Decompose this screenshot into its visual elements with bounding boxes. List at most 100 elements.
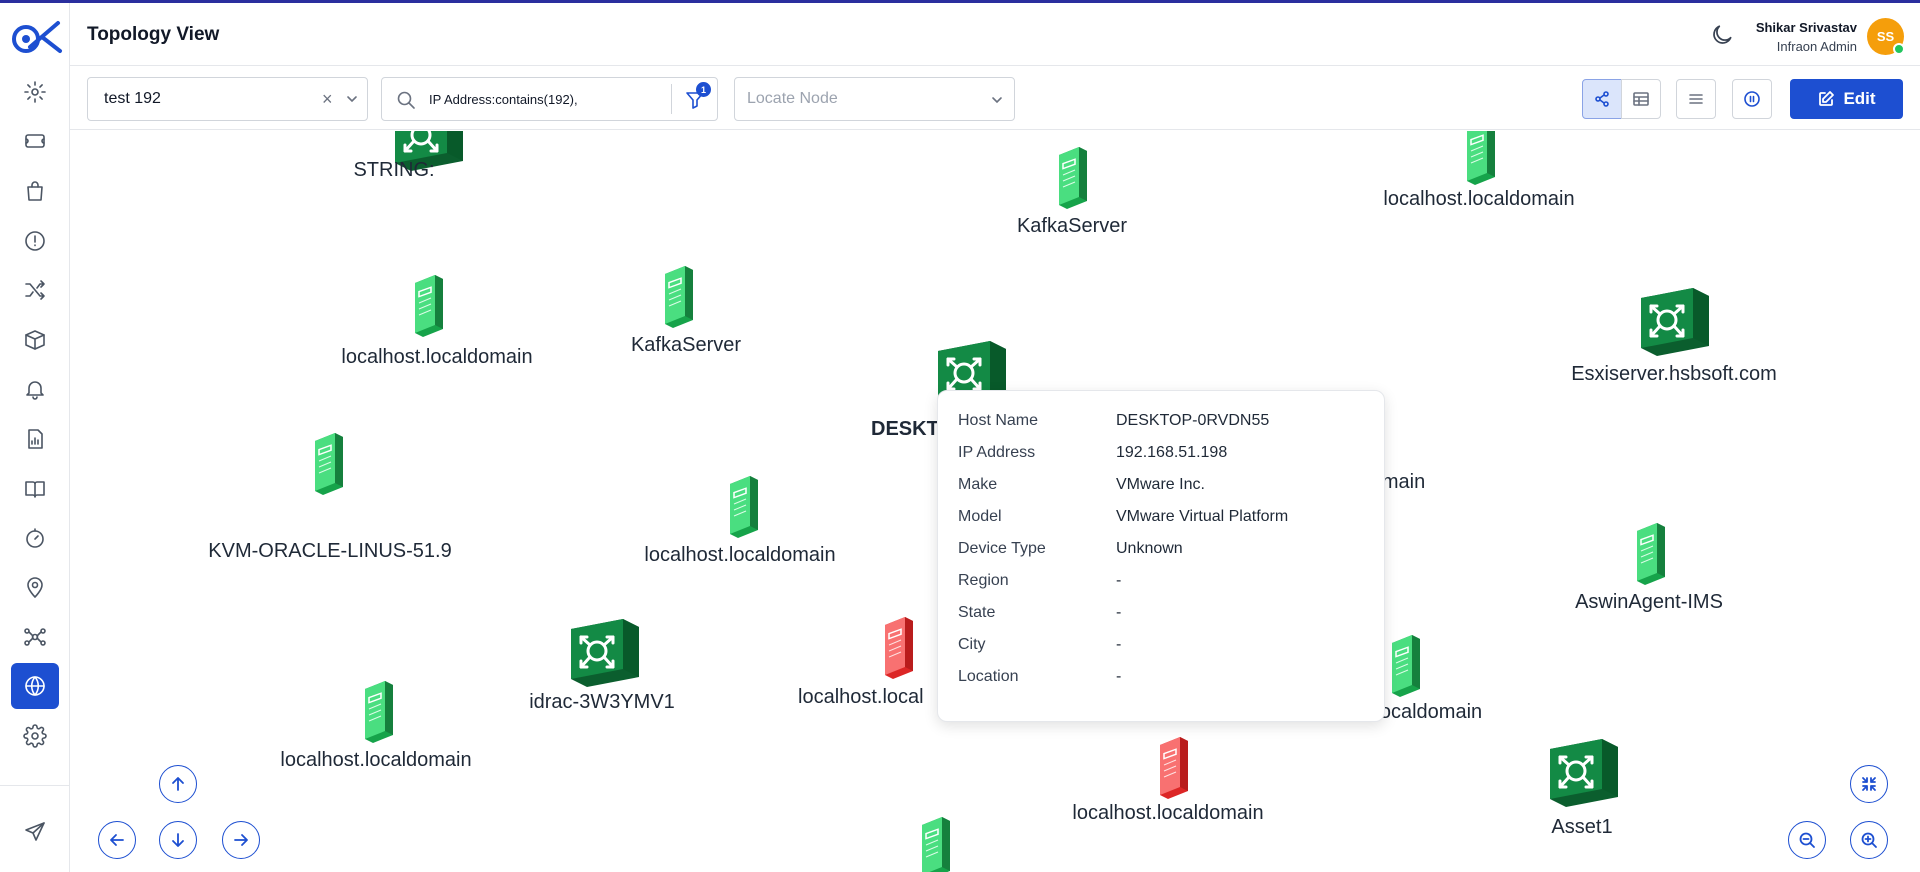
nav-send-feedback[interactable] [11, 809, 59, 855]
nav-assets[interactable] [11, 317, 59, 363]
arrow-down-icon [172, 833, 184, 847]
settings-cog-icon [24, 81, 46, 103]
zoom-in-button[interactable] [1850, 821, 1888, 859]
book-icon [25, 481, 45, 498]
server-node-icon[interactable] [307, 431, 351, 499]
server-node-icon[interactable] [1152, 735, 1196, 803]
view-select[interactable]: test 192 × [87, 77, 368, 121]
chevron-down-icon[interactable] [344, 91, 360, 107]
timer-icon [26, 528, 44, 548]
user-name[interactable]: Shikar Srivastav [1756, 20, 1857, 35]
bell-icon [26, 381, 44, 400]
topology-view-button[interactable] [1582, 79, 1622, 119]
search-input[interactable] [429, 78, 669, 120]
nav-changes[interactable] [11, 267, 59, 313]
server-node-icon[interactable] [1051, 145, 1095, 213]
table-icon [1633, 92, 1649, 106]
tooltip-key: Make [958, 476, 998, 493]
search-filter-box: 1 [381, 77, 718, 121]
app-logo-icon[interactable] [8, 17, 64, 57]
zoom-out-button[interactable] [1788, 821, 1826, 859]
node-label[interactable]: KafkaServer [631, 334, 741, 357]
zoom-in-icon [1861, 832, 1877, 848]
edit-button-label: Edit [1843, 89, 1876, 108]
node-label[interactable]: localhost.localdomain [280, 749, 471, 772]
nav-knowledge[interactable] [11, 466, 59, 512]
pause-icon [1744, 91, 1760, 107]
tooltip-key: Device Type [958, 540, 1046, 557]
arrow-up-icon [172, 777, 184, 791]
server-node-icon[interactable] [1384, 633, 1428, 701]
view-select-value: test 192 [104, 90, 161, 107]
chevron-down-icon[interactable] [989, 92, 1005, 108]
user-role: Infraon Admin [1776, 39, 1857, 54]
fit-to-screen-button[interactable] [1850, 765, 1888, 803]
pan-right-button[interactable] [222, 821, 260, 859]
topology-canvas[interactable]: STRING: KafkaServer localhost.localdomai… [71, 131, 1920, 872]
node-label[interactable]: idrac-3W3YMV1 [529, 691, 675, 714]
nav-tickets[interactable] [11, 118, 59, 164]
locate-node-select[interactable] [734, 77, 1015, 121]
nav-alerts[interactable] [11, 366, 59, 412]
node-label[interactable]: Esxiserver.hsbsoft.com [1571, 363, 1777, 386]
nav-incidents[interactable] [11, 218, 59, 264]
server-node-icon[interactable] [1629, 521, 1673, 589]
node-label[interactable]: Asset1 [1551, 816, 1612, 839]
node-label[interactable]: KVM-ORACLE-LINUS-51.9 [208, 540, 451, 563]
table-view-button[interactable] [1621, 79, 1661, 119]
nav-reports[interactable] [11, 416, 59, 462]
tooltip-key: IP Address [958, 444, 1036, 461]
list-view-button[interactable] [1676, 79, 1716, 119]
switch-node-icon[interactable] [1546, 735, 1622, 811]
server-node-icon[interactable] [407, 273, 451, 341]
page-title: Topology View [87, 24, 220, 45]
pan-down-button[interactable] [159, 821, 197, 859]
bag-icon [27, 181, 43, 201]
node-label[interactable]: localhost.localdomain [1383, 188, 1574, 211]
node-label[interactable]: localhost.localdomain [1072, 802, 1263, 825]
nav-locations[interactable] [11, 565, 59, 611]
tooltip-key: City [958, 636, 986, 653]
sidebar-divider [0, 785, 70, 786]
arrow-left-icon [110, 834, 124, 846]
nav-settings-cog[interactable] [11, 69, 59, 115]
pan-up-button[interactable] [159, 765, 197, 803]
server-node-icon[interactable] [914, 815, 958, 872]
dark-mode-moon-icon[interactable] [1709, 22, 1735, 48]
server-node-icon[interactable] [877, 615, 921, 683]
clear-selection-icon[interactable]: × [322, 89, 333, 110]
server-node-icon[interactable] [722, 474, 766, 542]
tooltip-value: 192.168.51.198 [1116, 444, 1228, 461]
server-node-icon[interactable] [357, 679, 401, 747]
node-label[interactable]: STRING: [353, 159, 434, 182]
pause-button[interactable] [1732, 79, 1772, 119]
node-label[interactable]: localhost.localdomain [341, 346, 532, 369]
node-label[interactable]: AswinAgent-IMS [1575, 591, 1723, 614]
tooltip-value: DESKTOP-0RVDN55 [1116, 412, 1270, 429]
edit-button[interactable]: Edit [1790, 79, 1903, 119]
switch-node-icon[interactable] [1637, 284, 1713, 360]
nav-network[interactable] [11, 614, 59, 660]
shuffle-icon [25, 280, 45, 300]
node-label[interactable]: DESKT [871, 418, 939, 441]
sidebar [0, 3, 70, 872]
pan-left-button[interactable] [98, 821, 136, 859]
nav-sla[interactable] [11, 515, 59, 561]
arrow-right-icon [234, 834, 248, 846]
server-node-icon[interactable] [1459, 131, 1503, 189]
switch-node-icon[interactable] [567, 615, 643, 691]
node-label[interactable]: KafkaServer [1017, 215, 1127, 238]
nav-catalog[interactable] [11, 168, 59, 214]
nav-admin-settings[interactable] [11, 713, 59, 759]
report-icon [28, 429, 43, 449]
nav-topology[interactable] [11, 663, 59, 709]
server-node-icon[interactable] [657, 264, 701, 332]
search-divider [671, 84, 672, 114]
locate-node-input[interactable] [747, 78, 977, 120]
node-label[interactable]: localhost.local [798, 686, 924, 709]
node-label[interactable]: ocaldomain [1380, 701, 1482, 724]
node-label[interactable]: localhost.localdomain [644, 544, 835, 567]
online-status-dot [1893, 43, 1905, 55]
tooltip-value: - [1116, 636, 1122, 653]
tooltip-key: Host Name [958, 412, 1039, 429]
